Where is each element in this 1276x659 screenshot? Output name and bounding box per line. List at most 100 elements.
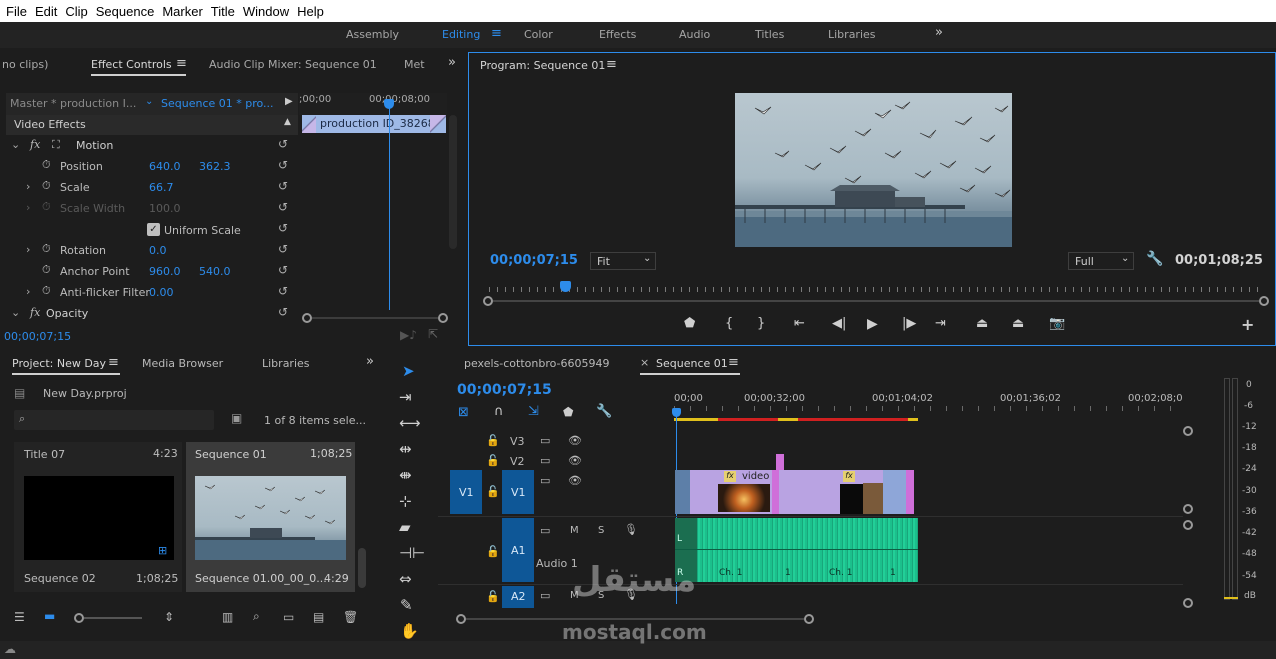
export-frame-icon[interactable]: 📷 xyxy=(1049,316,1065,331)
timeline-timecode[interactable]: 00;00;07;15 xyxy=(457,382,552,398)
stopwatch-icon[interactable]: ⏱ xyxy=(42,263,51,277)
master-clip-label[interactable]: Master * production I... xyxy=(10,97,136,110)
tab-effect-controls[interactable]: Effect Controls xyxy=(91,58,172,71)
collapse-up-icon[interactable]: ▲ xyxy=(284,117,291,127)
export-frame-icon[interactable]: ⇱ xyxy=(428,327,438,341)
rotation-value[interactable]: 0.0 xyxy=(149,244,167,257)
lock-icon[interactable]: 🔓 xyxy=(486,454,500,467)
close-icon[interactable]: × xyxy=(640,356,649,369)
v-scroll-handle-top[interactable] xyxy=(1183,426,1193,436)
a-scroll-handle-bottom[interactable] xyxy=(1183,598,1193,608)
tab-sequence01[interactable]: Sequence 01 xyxy=(656,357,728,370)
workspace-assembly[interactable]: Assembly xyxy=(346,28,399,41)
tabs-overflow-icon[interactable]: » xyxy=(448,55,456,70)
sync-lock-icon[interactable]: ▭ xyxy=(540,434,550,447)
scale-value[interactable]: 66.7 xyxy=(149,181,174,194)
ec-timecode[interactable]: 00;00;07;15 xyxy=(4,330,71,343)
play-icon[interactable]: ▶ xyxy=(867,316,878,332)
extract-icon[interactable]: ⏏ xyxy=(1012,316,1024,331)
h-scroll-handle-left[interactable] xyxy=(456,614,466,624)
stopwatch-icon[interactable]: ⏱ xyxy=(42,284,51,298)
play-audio-icon[interactable]: ▶♪ xyxy=(400,328,417,342)
chevron-right-icon[interactable]: › xyxy=(26,180,30,193)
video-clip[interactable] xyxy=(825,470,840,514)
a-scroll-handle-top[interactable] xyxy=(1183,520,1193,530)
automate-to-sequence-icon[interactable]: ▥ xyxy=(222,610,233,624)
position-x-value[interactable]: 640.0 xyxy=(149,160,181,173)
h-scroll-handle-right[interactable] xyxy=(804,614,814,624)
resolution-dropdown[interactable]: Full ⌄ xyxy=(1068,252,1134,270)
tabs-overflow-icon[interactable]: » xyxy=(366,354,374,369)
hand-tool-icon[interactable]: ✋ xyxy=(400,622,419,640)
icon-view-icon[interactable]: ▬ xyxy=(44,609,55,623)
panel-menu-icon[interactable]: ≡ xyxy=(606,57,617,72)
sync-lock-icon[interactable]: ▭ xyxy=(540,589,550,602)
workspace-audio[interactable]: Audio xyxy=(679,28,710,41)
menu-file[interactable]: File xyxy=(0,4,27,19)
new-search-bin-icon[interactable]: ▣ xyxy=(231,411,242,425)
menu-title[interactable]: Title xyxy=(203,4,235,19)
step-forward-icon[interactable]: |▶ xyxy=(902,316,916,331)
project-item-title07[interactable]: Title 07 4:23 ⊞ Sequence 02 1;08;25 xyxy=(14,442,182,592)
reset-icon[interactable]: ↺ xyxy=(278,306,290,318)
video-clip[interactable] xyxy=(906,470,914,514)
video-clip[interactable] xyxy=(779,470,805,514)
uniform-scale-checkbox[interactable]: ✓ xyxy=(147,223,160,236)
eye-icon[interactable]: 👁 xyxy=(568,434,582,447)
video-clip[interactable] xyxy=(805,470,825,514)
snap-icon[interactable]: ∩ xyxy=(494,404,504,419)
sync-lock-icon[interactable]: ▭ xyxy=(540,474,550,487)
zoom-slider-track[interactable] xyxy=(84,617,142,619)
microphone-icon[interactable]: 🎙 xyxy=(624,523,638,536)
new-bin-icon[interactable]: ▭ xyxy=(283,610,294,624)
zoom-slider-handle[interactable] xyxy=(74,613,84,623)
tab-audio-clip-mixer[interactable]: Audio Clip Mixer: Sequence 01 xyxy=(209,58,377,71)
ec-clip-bar[interactable]: production ID_38268 xyxy=(302,115,446,133)
v-scroll-handle-bottom[interactable] xyxy=(1183,504,1193,514)
step-back-icon[interactable]: ◀| xyxy=(832,316,846,331)
menu-edit[interactable]: Edit xyxy=(27,4,57,19)
wrench-icon[interactable]: 🔧 xyxy=(596,404,612,419)
anchor-x-value[interactable]: 960.0 xyxy=(149,265,181,278)
ec-ruler[interactable]: ;00;00 00;00;08;00 xyxy=(299,93,447,115)
reset-icon[interactable]: ↺ xyxy=(278,201,290,213)
add-marker-icon[interactable]: ⬟ xyxy=(563,405,573,419)
nest-icon[interactable]: ⊠ xyxy=(458,405,469,420)
fx-icon[interactable]: fx xyxy=(30,306,40,319)
ec-scrollbar[interactable] xyxy=(449,115,457,249)
slide-track-tool-icon[interactable]: ⇔ xyxy=(399,570,412,588)
lock-icon[interactable]: 🔓 xyxy=(486,545,500,558)
source-tab[interactable]: no clips) xyxy=(2,58,48,71)
timeline-ruler[interactable]: 00;00 00;00;32;00 00;01;04;02 00;01;36;0… xyxy=(674,388,1184,424)
menu-help[interactable]: Help xyxy=(289,4,324,19)
project-item-sequence01[interactable]: Sequence 01 1;08;25 Sequence 01.00_00_0.… xyxy=(186,442,355,592)
mute-button[interactable]: M xyxy=(570,525,579,536)
anti-flicker-value[interactable]: 0.00 xyxy=(149,286,174,299)
reset-icon[interactable]: ↺ xyxy=(278,243,290,255)
lock-icon[interactable]: 🔓 xyxy=(486,590,500,603)
pen-tool-icon[interactable]: ✎ xyxy=(400,596,413,614)
sync-lock-icon[interactable]: ▭ xyxy=(540,524,550,537)
video-clip[interactable] xyxy=(863,470,883,514)
ripple-edit-tool-icon[interactable]: ⟷ xyxy=(399,414,421,432)
reset-icon[interactable]: ↺ xyxy=(278,180,290,192)
reset-icon[interactable]: ↺ xyxy=(278,222,290,234)
project-search-input[interactable]: ⌕ xyxy=(14,410,214,430)
project-scrollbar[interactable] xyxy=(358,548,366,588)
workspace-color[interactable]: Color xyxy=(524,28,553,41)
video-clip[interactable] xyxy=(675,470,690,514)
reset-icon[interactable]: ↺ xyxy=(278,285,290,297)
audio-clip[interactable] xyxy=(675,518,918,582)
list-view-icon[interactable]: ☰ xyxy=(14,610,25,624)
workspace-libraries[interactable]: Libraries xyxy=(828,28,876,41)
panel-menu-icon[interactable]: ≡ xyxy=(728,355,739,370)
program-playhead-icon[interactable] xyxy=(560,281,571,292)
linked-selection-icon[interactable]: ⇲ xyxy=(528,404,539,419)
workspace-titles[interactable]: Titles xyxy=(755,28,784,41)
tab-media-browser[interactable]: Media Browser xyxy=(142,357,223,370)
chevron-down-icon[interactable]: ⌄ xyxy=(11,306,20,319)
add-button-icon[interactable]: + xyxy=(1241,315,1254,334)
track-select-tool-icon[interactable]: ⇥ xyxy=(399,388,412,406)
fx-icon[interactable]: fx xyxy=(30,138,40,151)
stopwatch-icon[interactable]: ⏱ xyxy=(42,158,51,172)
